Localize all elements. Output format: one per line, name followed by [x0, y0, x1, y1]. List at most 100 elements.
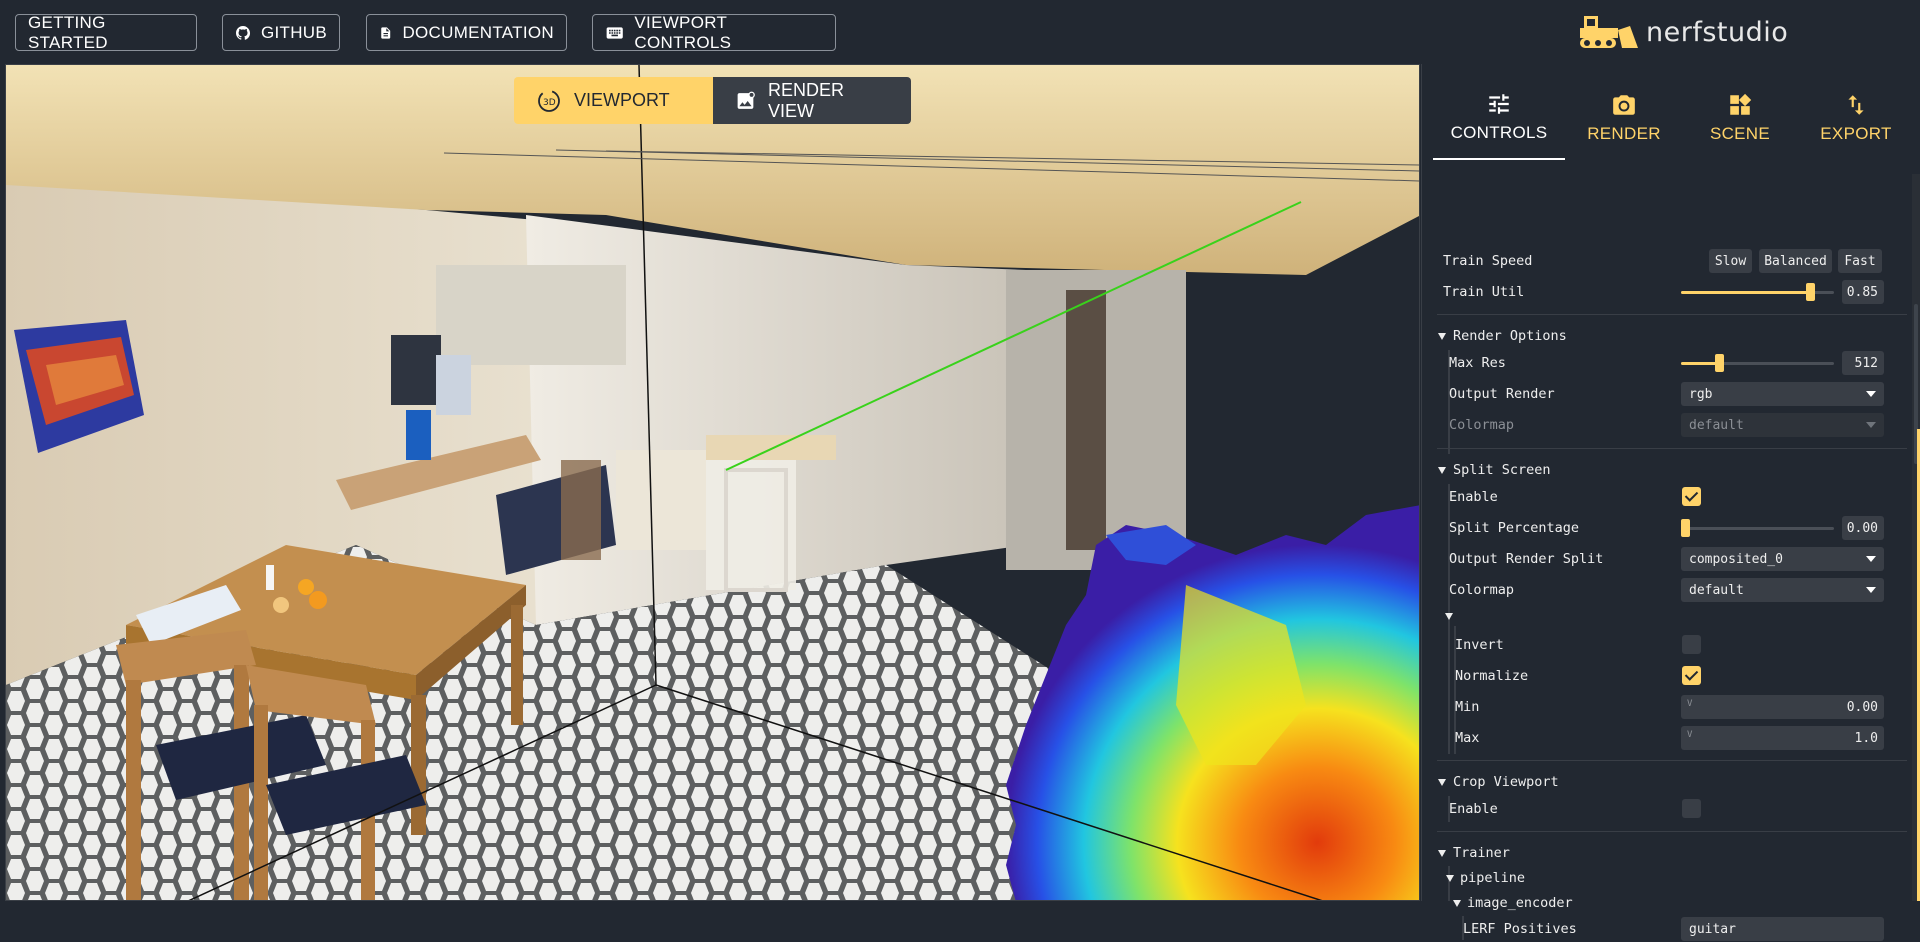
split-colormap-value: default — [1689, 582, 1744, 598]
colormap-row: Colormap default — [1422, 412, 1912, 438]
crop-enable-checkbox[interactable] — [1682, 799, 1701, 818]
svg-text:3D: 3D — [543, 98, 556, 108]
pipeline-header[interactable]: pipeline — [1422, 865, 1912, 891]
split-percentage-value[interactable]: 0.00 — [1842, 516, 1884, 540]
render-view-tab-button[interactable]: RENDER VIEW — [713, 77, 911, 124]
getting-started-label: GETTING STARTED — [28, 12, 108, 52]
split-percentage-label: Split Percentage — [1449, 520, 1580, 536]
logo-text: nerfstudio — [1646, 16, 1789, 48]
min-value: 0.00 — [1846, 699, 1878, 715]
github-button[interactable]: GITHUB — [222, 14, 340, 51]
lerf-positives-label: LERF Positives — [1463, 921, 1577, 937]
dropdown-arrow-icon — [1866, 556, 1876, 562]
panel-tabs: CONTROLS RENDER SCENE EXPORT — [1422, 64, 1920, 160]
train-speed-balanced-button[interactable]: Balanced — [1759, 249, 1832, 273]
train-speed-slow-button[interactable]: Slow — [1709, 249, 1752, 273]
tab-export-label: EXPORT — [1820, 124, 1892, 143]
output-render-value: rgb — [1689, 386, 1713, 402]
documentation-button[interactable]: DOCUMENTATION — [366, 14, 567, 51]
output-render-select[interactable]: rgb — [1681, 382, 1884, 406]
crop-viewport-header[interactable]: Crop Viewport — [1422, 769, 1912, 795]
output-render-label: Output Render — [1449, 386, 1555, 402]
normalize-checkbox[interactable] — [1682, 666, 1701, 685]
3d-viewport[interactable] — [5, 64, 1420, 901]
divider — [1437, 314, 1907, 315]
split-percentage-value-text: 0.00 — [1846, 520, 1878, 536]
chevron-down-icon — [1453, 900, 1461, 907]
train-speed-fast-label: Fast — [1844, 253, 1876, 269]
train-util-value-text: 0.85 — [1846, 284, 1878, 300]
crop-enable-row: Enable — [1422, 796, 1912, 822]
crop-viewport-title: Crop Viewport — [1453, 774, 1559, 790]
divider — [1437, 448, 1907, 449]
import-export-icon — [1848, 95, 1864, 115]
train-util-slider-fill — [1681, 291, 1811, 294]
split-enable-checkbox[interactable] — [1682, 487, 1701, 506]
crop-enable-label: Enable — [1449, 801, 1498, 817]
max-label: Max — [1455, 730, 1480, 746]
render-options-title: Render Options — [1453, 328, 1567, 344]
bulldozer-icon — [1580, 16, 1638, 48]
train-speed-fast-button[interactable]: Fast — [1838, 249, 1882, 273]
trainer-title: Trainer — [1453, 845, 1510, 861]
image-icon — [737, 91, 755, 109]
render-view-tab-label: RENDER VIEW — [767, 79, 844, 121]
image-encoder-header[interactable]: image_encoder — [1422, 890, 1912, 916]
split-colormap-select[interactable]: default — [1681, 578, 1884, 602]
invert-checkbox[interactable] — [1682, 635, 1701, 654]
control-panel: CONTROLS RENDER SCENE EXPORT Train Speed… — [1421, 64, 1920, 941]
tab-controls-label: CONTROLS — [1450, 123, 1548, 142]
nerfstudio-logo: nerfstudio — [1578, 10, 1788, 54]
dropdown-arrow-icon — [1866, 422, 1876, 428]
output-render-split-select[interactable]: composited_0 — [1681, 547, 1884, 571]
split-percentage-slider-thumb[interactable] — [1681, 519, 1690, 537]
invert-label: Invert — [1455, 637, 1504, 653]
train-util-value[interactable]: 0.85 — [1842, 280, 1884, 304]
normalize-label: Normalize — [1455, 668, 1529, 684]
colormap-options-header[interactable] — [1422, 606, 1912, 626]
chevron-down-icon — [1438, 467, 1446, 474]
viewport-tab-button[interactable]: 3D VIEWPORT — [514, 77, 713, 124]
tab-export[interactable]: EXPORT — [1801, 64, 1911, 160]
max-res-slider-thumb[interactable] — [1715, 354, 1724, 372]
max-input[interactable]: V 1.0 — [1681, 726, 1884, 750]
divider — [1437, 831, 1907, 832]
tab-controls[interactable]: CONTROLS — [1433, 64, 1565, 160]
chevron-down-icon — [1438, 333, 1446, 340]
trainer-header[interactable]: Trainer — [1422, 840, 1912, 866]
dropdown-arrow-icon — [1866, 587, 1876, 593]
train-util-label: Train Util — [1443, 284, 1525, 300]
tab-render[interactable]: RENDER — [1569, 64, 1679, 160]
max-res-label: Max Res — [1449, 355, 1506, 371]
document-icon — [381, 26, 391, 39]
split-screen-header[interactable]: Split Screen — [1422, 457, 1912, 483]
lerf-positives-value: guitar — [1689, 921, 1736, 937]
tab-render-label: RENDER — [1587, 124, 1661, 143]
pipeline-title: pipeline — [1460, 870, 1526, 886]
chevron-down-icon — [1445, 613, 1453, 620]
tab-scene[interactable]: SCENE — [1683, 64, 1797, 160]
min-input[interactable]: V 0.00 — [1681, 695, 1884, 719]
view-toggle: 3D VIEWPORT RENDER VIEW — [514, 77, 911, 124]
top-bar: GETTING STARTED GITHUB DOCUMENTATION VIE… — [0, 0, 1920, 64]
widgets-icon — [1730, 93, 1752, 115]
max-res-value[interactable]: 512 — [1842, 351, 1884, 375]
sliders-icon — [1489, 94, 1509, 114]
chevron-down-icon — [1446, 875, 1454, 882]
max-row: Max V 1.0 — [1422, 725, 1912, 751]
max-res-slider-fill — [1681, 362, 1717, 365]
lerf-positives-row: LERF Positives guitar — [1422, 916, 1912, 942]
split-percentage-slider-track[interactable] — [1681, 527, 1834, 530]
lerf-positives-input[interactable]: guitar — [1681, 917, 1884, 941]
invert-row: Invert — [1422, 632, 1912, 658]
split-screen-title: Split Screen — [1453, 462, 1551, 478]
train-util-slider-thumb[interactable] — [1806, 283, 1815, 301]
render-options-header[interactable]: Render Options — [1422, 323, 1912, 349]
getting-started-button[interactable]: GETTING STARTED — [15, 12, 197, 52]
viewport-controls-button[interactable]: VIEWPORT CONTROLS — [592, 13, 836, 52]
max-res-row: Max Res 512 — [1422, 350, 1912, 376]
tab-scene-label: SCENE — [1709, 124, 1771, 143]
chevron-down-icon — [1438, 779, 1446, 786]
colormap-value: default — [1689, 417, 1744, 433]
max-res-value-text: 512 — [1854, 355, 1878, 371]
